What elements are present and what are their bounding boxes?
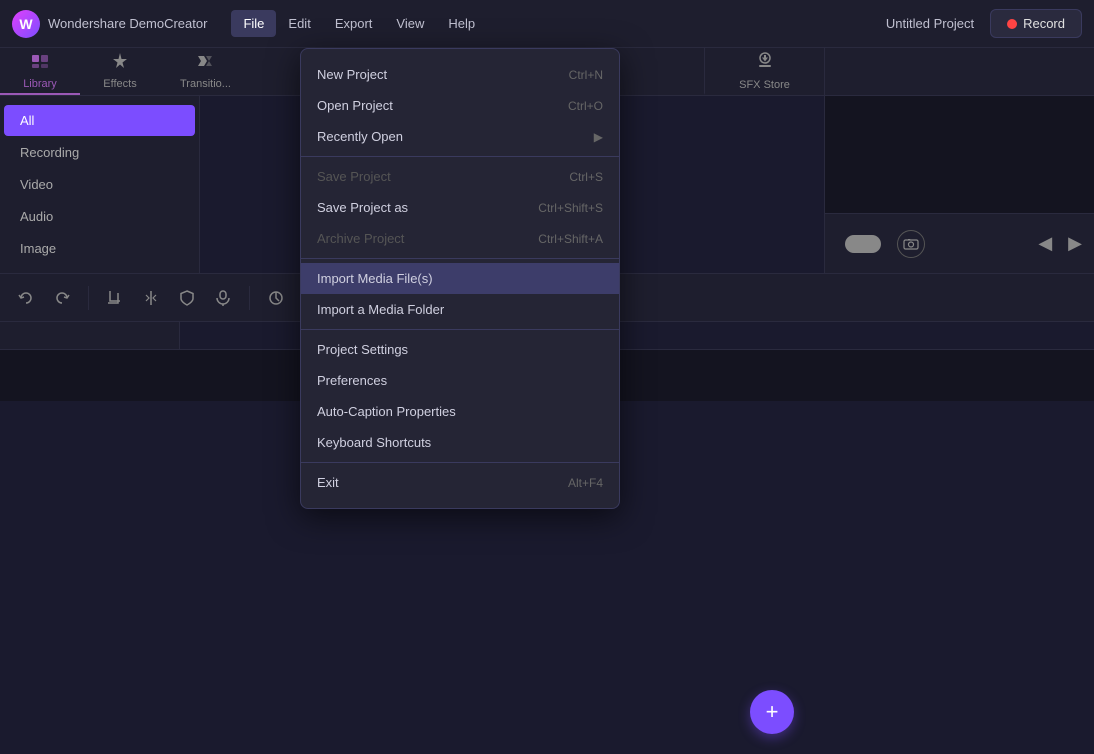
menu-new-project-label: New Project: [317, 67, 387, 82]
title-bar: W Wondershare DemoCreator File Edit Expo…: [0, 0, 1094, 48]
record-dot: [1007, 19, 1017, 29]
menu-recently-open-arrow: ▶: [594, 130, 603, 144]
file-dropdown-menu: New Project Ctrl+N Open Project Ctrl+O R…: [300, 48, 620, 509]
dropdown-overlay[interactable]: New Project Ctrl+N Open Project Ctrl+O R…: [0, 48, 1094, 754]
menu-preferences[interactable]: Preferences: [301, 365, 619, 396]
menu-save-project: Save Project Ctrl+S: [301, 161, 619, 192]
menu-help[interactable]: Help: [436, 10, 487, 37]
menu-open-project-label: Open Project: [317, 98, 393, 113]
menu-section-1: New Project Ctrl+N Open Project Ctrl+O R…: [301, 55, 619, 156]
menu-import-media-files[interactable]: Import Media File(s): [301, 263, 619, 294]
menu-open-project[interactable]: Open Project Ctrl+O: [301, 90, 619, 121]
menu-section-5: Exit Alt+F4: [301, 462, 619, 502]
menu-project-settings-label: Project Settings: [317, 342, 408, 357]
menu-import-media-files-label: Import Media File(s): [317, 271, 433, 286]
menu-section-2: Save Project Ctrl+S Save Project as Ctrl…: [301, 156, 619, 258]
menu-save-project-as-label: Save Project as: [317, 200, 408, 215]
menu-exit-shortcut: Alt+F4: [568, 476, 603, 490]
menu-section-4: Project Settings Preferences Auto-Captio…: [301, 329, 619, 462]
menu-preferences-label: Preferences: [317, 373, 387, 388]
menu-keyboard-shortcuts-label: Keyboard Shortcuts: [317, 435, 431, 450]
menu-recently-open-label: Recently Open: [317, 129, 403, 144]
menu-save-project-shortcut: Ctrl+S: [569, 170, 603, 184]
menu-import-media-folder-label: Import a Media Folder: [317, 302, 444, 317]
menu-auto-caption-label: Auto-Caption Properties: [317, 404, 456, 419]
menu-view[interactable]: View: [384, 10, 436, 37]
menu-auto-caption[interactable]: Auto-Caption Properties: [301, 396, 619, 427]
menu-recently-open[interactable]: Recently Open ▶: [301, 121, 619, 152]
menu-save-project-as-shortcut: Ctrl+Shift+S: [538, 201, 603, 215]
menu-new-project[interactable]: New Project Ctrl+N: [301, 59, 619, 90]
menu-exit[interactable]: Exit Alt+F4: [301, 467, 619, 498]
menu-edit[interactable]: Edit: [276, 10, 322, 37]
menu-bar: File Edit Export View Help: [231, 10, 885, 37]
menu-keyboard-shortcuts[interactable]: Keyboard Shortcuts: [301, 427, 619, 458]
menu-archive-project: Archive Project Ctrl+Shift+A: [301, 223, 619, 254]
menu-export[interactable]: Export: [323, 10, 385, 37]
menu-archive-project-shortcut: Ctrl+Shift+A: [538, 232, 603, 246]
project-title: Untitled Project: [886, 16, 974, 31]
menu-new-project-shortcut: Ctrl+N: [569, 68, 603, 82]
menu-exit-label: Exit: [317, 475, 339, 490]
app-title: Wondershare DemoCreator: [48, 16, 207, 31]
record-label: Record: [1023, 16, 1065, 31]
menu-project-settings[interactable]: Project Settings: [301, 334, 619, 365]
menu-open-project-shortcut: Ctrl+O: [568, 99, 603, 113]
app-logo: W: [12, 10, 40, 38]
menu-section-3: Import Media File(s) Import a Media Fold…: [301, 258, 619, 329]
menu-archive-project-label: Archive Project: [317, 231, 404, 246]
menu-file[interactable]: File: [231, 10, 276, 37]
menu-save-project-label: Save Project: [317, 169, 391, 184]
menu-save-project-as[interactable]: Save Project as Ctrl+Shift+S: [301, 192, 619, 223]
record-button[interactable]: Record: [990, 9, 1082, 38]
menu-import-media-folder[interactable]: Import a Media Folder: [301, 294, 619, 325]
